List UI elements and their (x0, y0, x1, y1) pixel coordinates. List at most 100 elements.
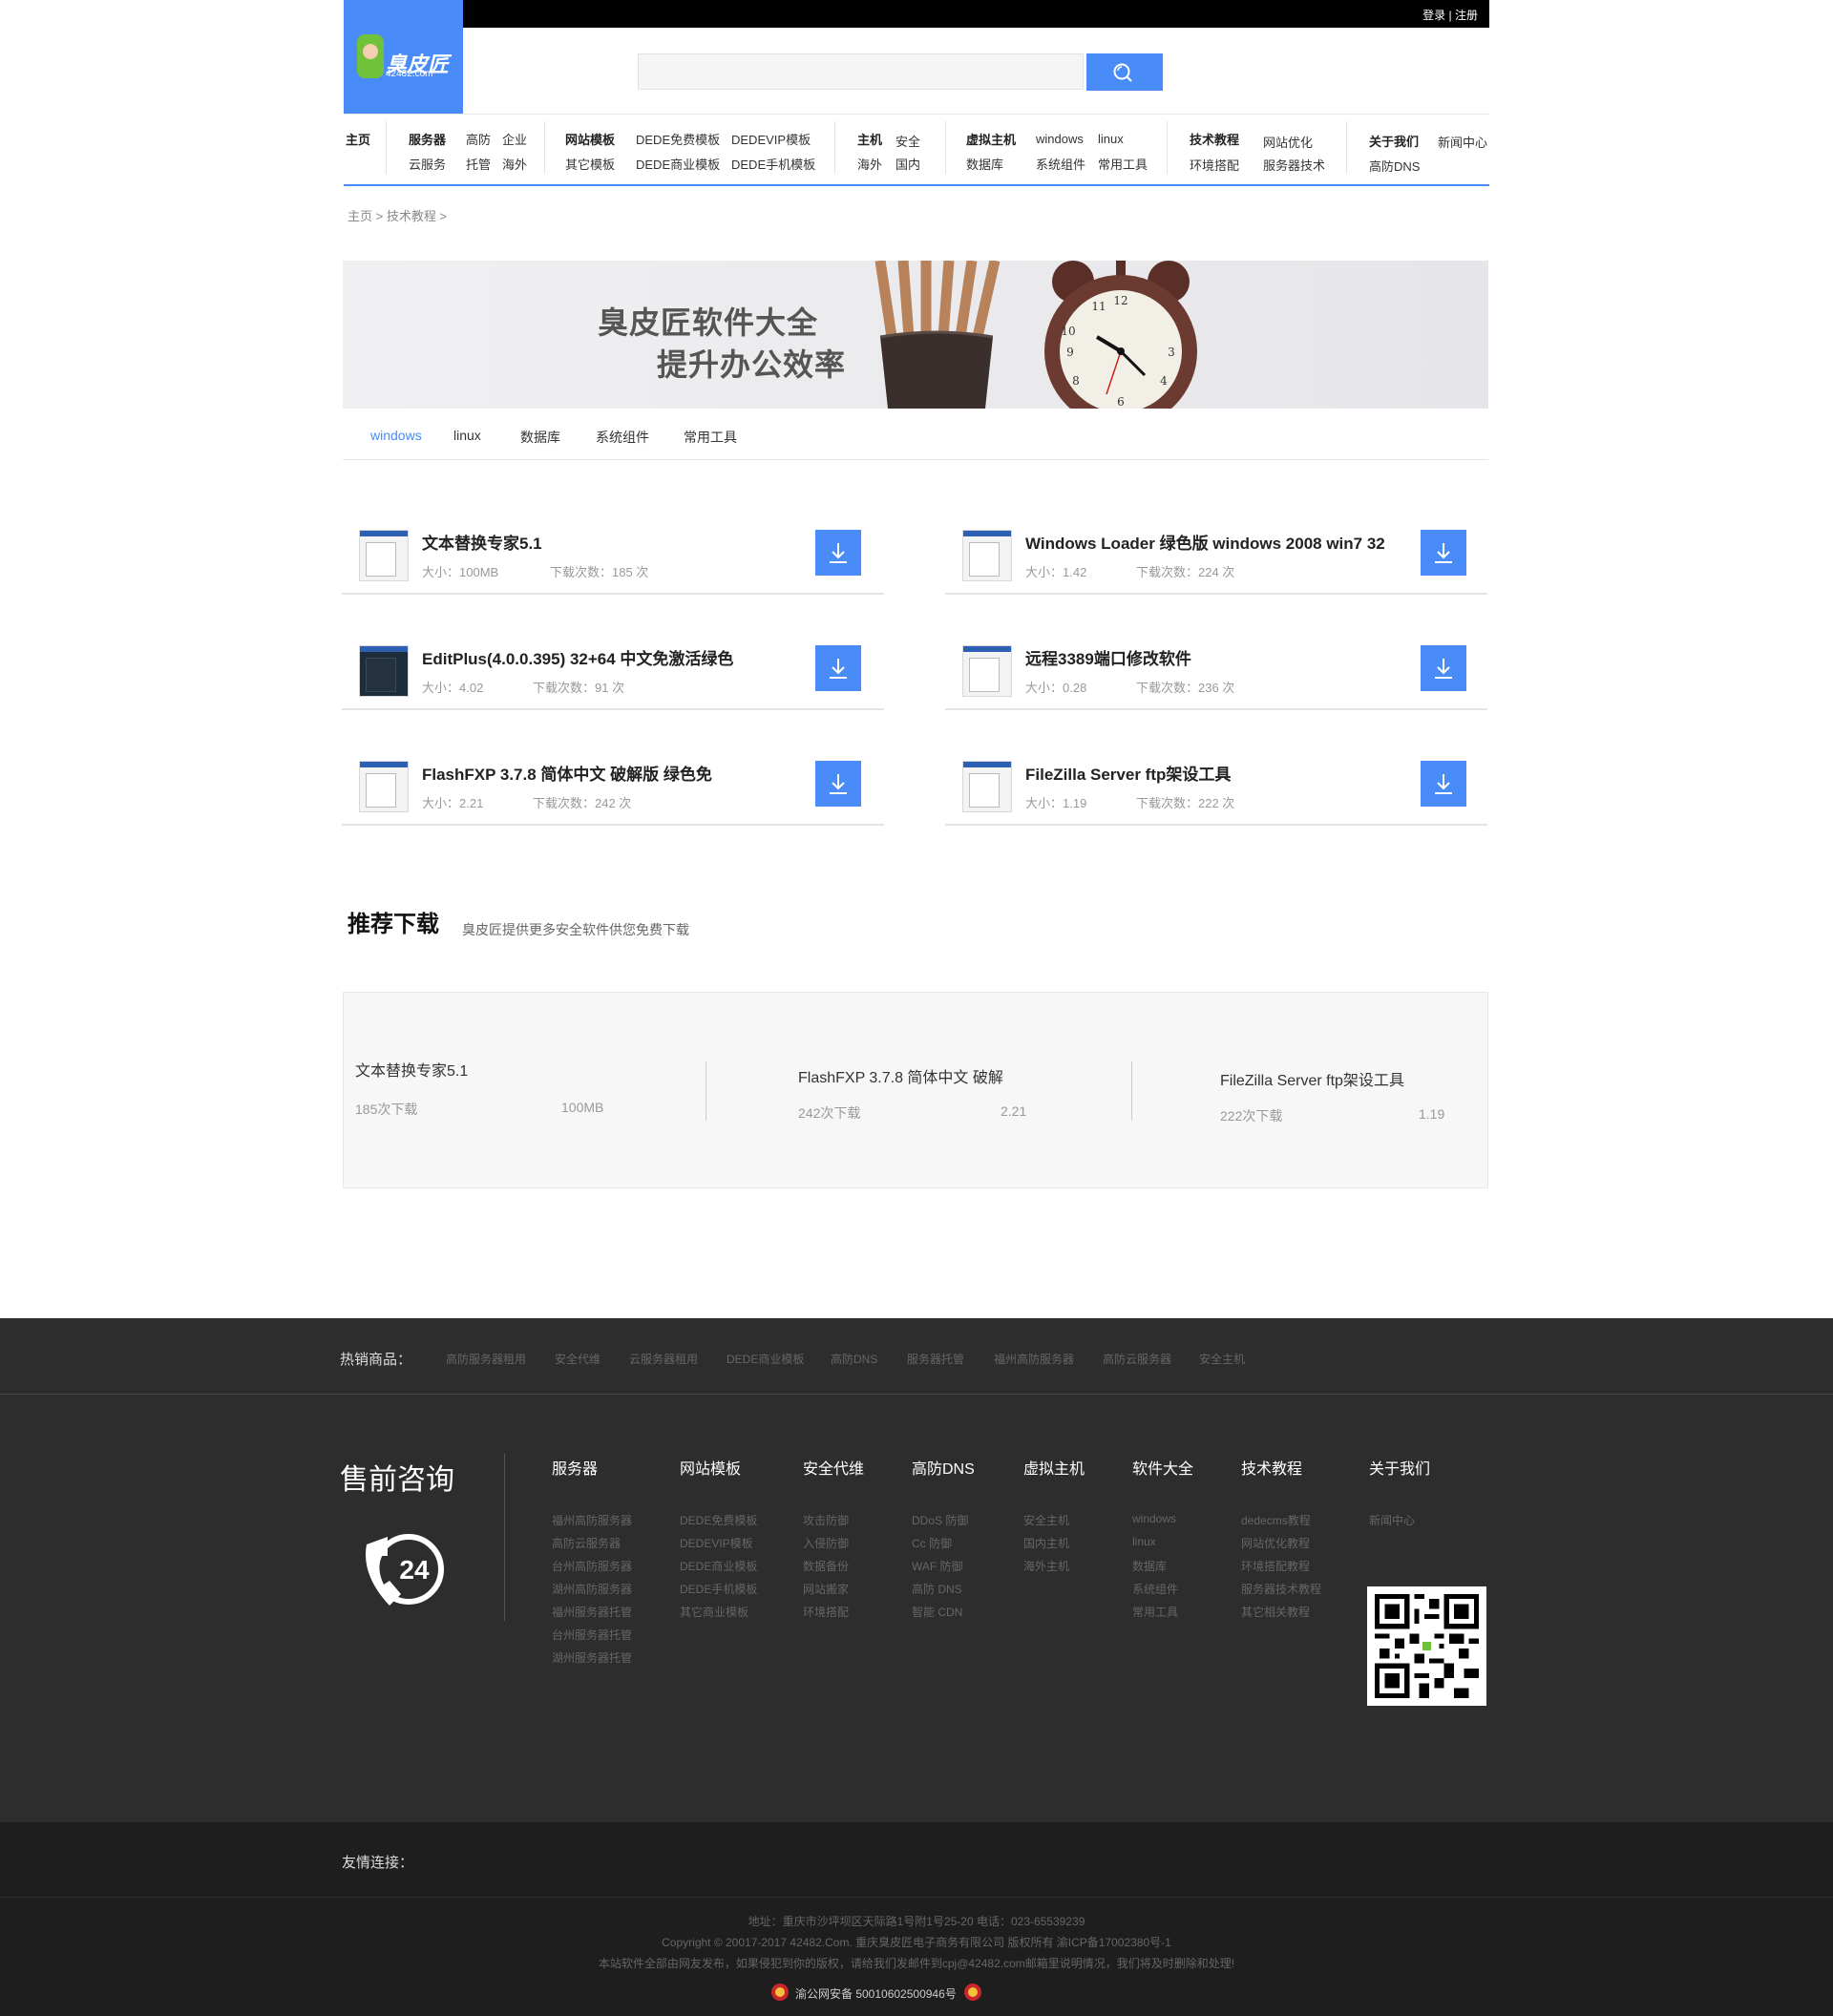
footer-link[interactable]: 福州服务器托管 (552, 1604, 632, 1620)
footer-link[interactable]: 湖州服务器托管 (552, 1649, 632, 1666)
software-item[interactable]: FlashFXP 3.7.8 简体中文 破解版 绿色免 大小：2.21 下载次数… (342, 740, 884, 826)
footer-column-title[interactable]: 虚拟主机 (1023, 1456, 1085, 1479)
footer-column-title[interactable]: 服务器 (552, 1456, 598, 1479)
hot-item[interactable]: 高防DNS (831, 1351, 877, 1367)
nav-link[interactable]: DEDE免费模板 (636, 130, 720, 148)
nav-link[interactable]: 企业 (502, 130, 527, 148)
footer-link[interactable]: 数据备份 (803, 1558, 849, 1574)
download-button[interactable] (1421, 761, 1466, 807)
footer-link[interactable]: DEDEVIP模板 (680, 1535, 753, 1551)
software-item[interactable]: 文本替换专家5.1 大小：100MB 下载次数：185 次 (342, 509, 884, 595)
software-title[interactable]: 文本替换专家5.1 (422, 530, 542, 554)
nav-group-title[interactable]: 主机 (857, 130, 882, 148)
banner[interactable]: 臭皮匠软件大全 提升办公效率 12 3 6 9 11 10 8 4 (343, 261, 1488, 409)
register-link[interactable]: 注册 (1455, 9, 1478, 22)
download-button[interactable] (1421, 645, 1466, 691)
footer-link[interactable]: DEDE手机模板 (680, 1581, 757, 1597)
nav-group-title[interactable]: 虚拟主机 (966, 130, 1016, 148)
footer-link[interactable]: 湖州高防服务器 (552, 1581, 632, 1597)
footer-column-title[interactable]: 网站模板 (680, 1456, 741, 1479)
nav-link[interactable]: 海外 (502, 155, 527, 173)
nav-link[interactable]: DEDE商业模板 (636, 155, 720, 173)
software-title[interactable]: EditPlus(4.0.0.395) 32+64 中文免激活绿色 (422, 645, 733, 669)
nav-link[interactable]: 高防DNS (1369, 157, 1420, 175)
nav-link[interactable]: 常用工具 (1098, 155, 1148, 173)
footer-link[interactable]: 系统组件 (1132, 1581, 1178, 1597)
nav-link[interactable]: 数据库 (966, 155, 1003, 173)
software-title[interactable]: Windows Loader 绿色版 windows 2008 win7 32 (1025, 530, 1385, 554)
hot-item[interactable]: 安全主机 (1199, 1351, 1245, 1367)
nav-link[interactable]: windows (1036, 132, 1084, 146)
tab-windows[interactable]: windows (370, 428, 422, 443)
hot-item[interactable]: 云服务器租用 (629, 1351, 698, 1367)
hot-item[interactable]: 福州高防服务器 (994, 1351, 1074, 1367)
footer-link[interactable]: DEDE免费模板 (680, 1512, 757, 1528)
software-title[interactable]: FileZilla Server ftp架设工具 (1025, 761, 1231, 785)
software-item[interactable]: EditPlus(4.0.0.395) 32+64 中文免激活绿色 大小：4.0… (342, 624, 884, 710)
footer-link[interactable]: 福州高防服务器 (552, 1512, 632, 1528)
nav-link[interactable]: 国内 (895, 155, 920, 173)
nav-group-title[interactable]: 技术教程 (1190, 130, 1239, 148)
nav-link[interactable]: 环境搭配 (1190, 156, 1239, 174)
hot-item[interactable]: 高防云服务器 (1103, 1351, 1171, 1367)
nav-link[interactable]: DEDEVIP模板 (731, 130, 811, 148)
footer-link[interactable]: windows (1132, 1512, 1176, 1525)
footer-link[interactable]: 安全主机 (1023, 1512, 1069, 1528)
software-item[interactable]: FileZilla Server ftp架设工具 大小：1.19 下载次数：22… (945, 740, 1487, 826)
recommend-name[interactable]: FileZilla Server ftp架设工具 (1220, 1067, 1404, 1090)
footer-link[interactable]: linux (1132, 1535, 1156, 1548)
nav-link[interactable]: 新闻中心 (1438, 133, 1487, 151)
footer-column-title[interactable]: 高防DNS (912, 1456, 975, 1479)
footer-link[interactable]: 其它相关教程 (1241, 1604, 1310, 1620)
footer-column-title[interactable]: 技术教程 (1241, 1456, 1302, 1479)
footer-link[interactable]: 环境搭配 (803, 1604, 849, 1620)
nav-link[interactable]: 高防 (466, 130, 491, 148)
hot-item[interactable]: DEDE商业模板 (727, 1351, 804, 1367)
download-button[interactable] (815, 761, 861, 807)
software-title[interactable]: 远程3389端口修改软件 (1025, 645, 1191, 669)
nav-link[interactable]: 网站优化 (1263, 133, 1313, 151)
footer-link[interactable]: 台州高防服务器 (552, 1558, 632, 1574)
nav-link[interactable]: 海外 (857, 155, 882, 173)
hot-item[interactable]: 高防服务器租用 (446, 1351, 526, 1367)
hot-item[interactable]: 安全代维 (555, 1351, 600, 1367)
footer-link[interactable]: 台州服务器托管 (552, 1627, 632, 1643)
tab-linux[interactable]: linux (453, 428, 481, 443)
nav-link[interactable]: DEDE手机模板 (731, 155, 815, 173)
nav-group-title[interactable]: 网站模板 (565, 130, 615, 148)
footer-link[interactable]: 服务器技术教程 (1241, 1581, 1321, 1597)
footer-link[interactable]: DDoS 防御 (912, 1512, 968, 1528)
footer-link[interactable]: 高防云服务器 (552, 1535, 621, 1551)
footer-link[interactable]: WAF 防御 (912, 1558, 963, 1574)
site-logo[interactable]: 臭皮匠 42482.com (344, 0, 463, 114)
footer-link[interactable]: 常用工具 (1132, 1604, 1178, 1620)
nav-link[interactable]: 系统组件 (1036, 155, 1085, 173)
software-item[interactable]: 远程3389端口修改软件 大小：0.28 下载次数：236 次 (945, 624, 1487, 710)
nav-home[interactable]: 主页 (346, 130, 370, 148)
footer-column-title[interactable]: 安全代维 (803, 1456, 864, 1479)
footer-link[interactable]: 网站优化教程 (1241, 1535, 1310, 1551)
footer-link[interactable]: 网站搬家 (803, 1581, 849, 1597)
login-link[interactable]: 登录 (1422, 9, 1445, 22)
download-button[interactable] (815, 530, 861, 576)
tab-database[interactable]: 数据库 (520, 428, 560, 447)
footer-link[interactable]: 高防 DNS (912, 1581, 962, 1597)
beian[interactable]: 渝公网安备 50010602500946号 (771, 1982, 991, 2003)
search-input[interactable] (638, 53, 1084, 90)
nav-group-title[interactable]: 服务器 (409, 130, 446, 148)
footer-link[interactable]: 新闻中心 (1369, 1512, 1415, 1528)
recommend-name[interactable]: FlashFXP 3.7.8 简体中文 破解 (798, 1064, 1003, 1087)
nav-link[interactable]: linux (1098, 132, 1124, 146)
footer-link[interactable]: DEDE商业模板 (680, 1558, 757, 1574)
footer-link[interactable]: 数据库 (1132, 1558, 1167, 1574)
tab-system-components[interactable]: 系统组件 (596, 428, 649, 447)
nav-link[interactable]: 托管 (466, 155, 491, 173)
footer-link[interactable]: 海外主机 (1023, 1558, 1069, 1574)
nav-link[interactable]: 其它模板 (565, 155, 615, 173)
software-title[interactable]: FlashFXP 3.7.8 简体中文 破解版 绿色免 (422, 761, 712, 785)
tab-common-tools[interactable]: 常用工具 (684, 428, 737, 447)
footer-link[interactable]: Cc 防御 (912, 1535, 952, 1551)
footer-link[interactable]: 国内主机 (1023, 1535, 1069, 1551)
search-button[interactable] (1086, 53, 1163, 91)
footer-link[interactable]: 入侵防御 (803, 1535, 849, 1551)
